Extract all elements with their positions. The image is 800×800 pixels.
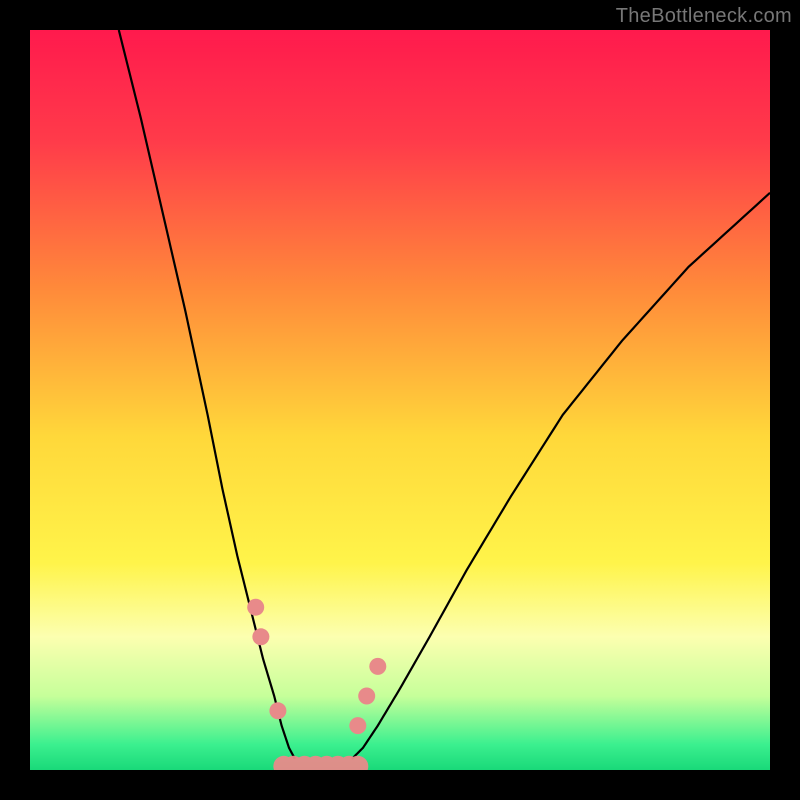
marker-dot [269, 702, 286, 719]
chart-frame [30, 30, 770, 770]
bottom-marker-lumps [273, 756, 368, 770]
marker-dot [349, 717, 366, 734]
gradient-background [30, 30, 770, 770]
marker-dot [247, 599, 264, 616]
watermark-text: TheBottleneck.com [616, 5, 792, 28]
marker-dot [358, 688, 375, 705]
bottleneck-chart [30, 30, 770, 770]
marker-dot [252, 628, 269, 645]
marker-dot [369, 658, 386, 675]
